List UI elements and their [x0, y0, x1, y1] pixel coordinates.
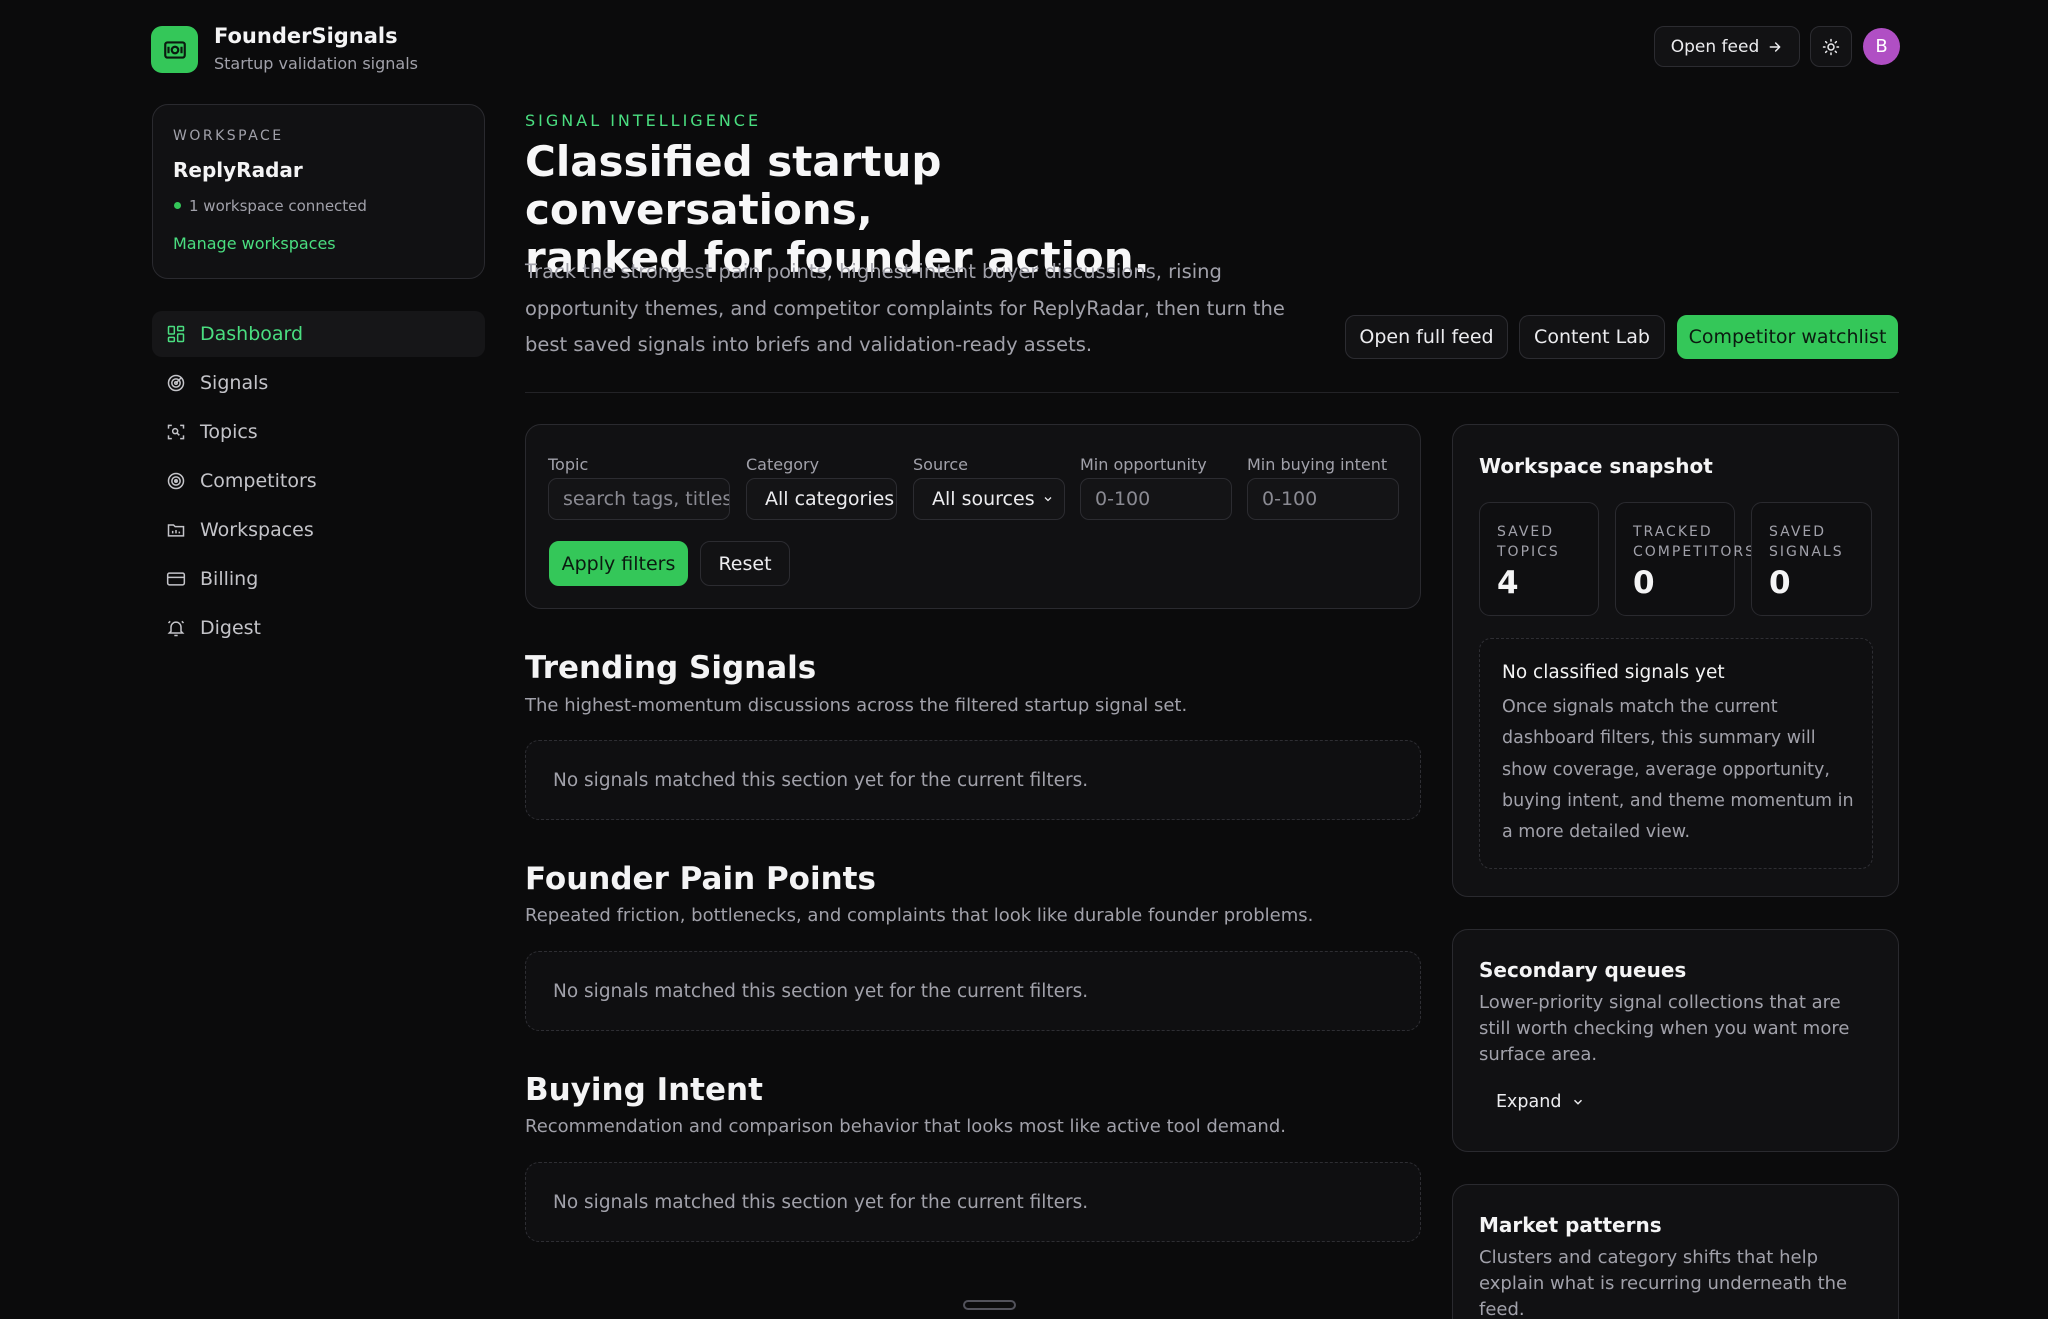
page-title-line-1: Classified startup conversations, — [525, 137, 942, 234]
sidebar-item-competitors[interactable]: Competitors — [152, 458, 485, 504]
content-lab-button[interactable]: Content Lab — [1519, 315, 1665, 359]
market-patterns-title: Market patterns — [1479, 1213, 1662, 1237]
sidebar-item-topics[interactable]: Topics — [152, 409, 485, 455]
sun-icon — [1822, 38, 1840, 55]
workspace-connected-text: 1 workspace connected — [189, 197, 367, 215]
section-title-trending: Trending Signals — [525, 650, 817, 686]
secondary-queues-title: Secondary queues — [1479, 958, 1687, 982]
secondary-queues-description: Lower-priority signal collections that a… — [1479, 992, 1850, 1065]
avatar[interactable]: B — [1863, 28, 1900, 65]
scroll-handle[interactable] — [963, 1300, 1016, 1310]
dashboard-icon — [167, 325, 185, 343]
chevron-down-icon — [1044, 497, 1052, 502]
open-full-feed-button[interactable]: Open full feed — [1345, 315, 1508, 359]
min-buying-intent-placeholder: 0-100 — [1262, 488, 1318, 510]
stat-tracked-competitors: TRACKED COMPETITORS 0 — [1615, 502, 1754, 616]
workspace-name: ReplyRadar — [173, 158, 303, 182]
radar-icon — [163, 40, 186, 59]
section-desc-trending: The highest-momentum discussions across … — [525, 695, 1188, 716]
brand-logo[interactable] — [151, 26, 198, 73]
stat-label: SAVED TOPICS — [1497, 522, 1560, 562]
chevron-down-icon — [1574, 1099, 1583, 1105]
stat-label-line: TRACKED — [1633, 524, 1713, 540]
open-feed-button[interactable]: Open feed — [1654, 26, 1800, 67]
market-patterns-description: Clusters and category shifts that help e… — [1479, 1247, 1848, 1319]
sidebar-item-label: Topics — [200, 421, 258, 443]
reset-button[interactable]: Reset — [700, 541, 790, 586]
expand-button[interactable]: Expand — [1496, 1092, 1585, 1112]
sidebar-item-digest[interactable]: Digest — [152, 605, 485, 651]
section-desc-buying-intent: Recommendation and comparison behavior t… — [525, 1116, 1286, 1137]
snapshot-empty-description: Once signals match the current dashboard… — [1502, 697, 1854, 843]
min-opportunity-input[interactable]: 0-100 — [1080, 478, 1232, 520]
workspace-snapshot-title: Workspace snapshot — [1479, 454, 1713, 478]
min-buying-intent-input[interactable]: 0-100 — [1247, 478, 1399, 520]
theme-toggle-button[interactable] — [1810, 26, 1852, 67]
stat-saved-signals: SAVED SIGNALS 0 — [1751, 502, 1872, 616]
open-feed-label: Open feed — [1670, 36, 1760, 57]
stat-label-line: TOPICS — [1497, 544, 1560, 560]
section-desc-pain-points: Repeated friction, bottlenecks, and comp… — [525, 905, 1314, 926]
bell-icon — [167, 620, 185, 637]
sidebar-item-label: Competitors — [200, 470, 317, 492]
section-title-pain-points: Founder Pain Points — [525, 861, 876, 897]
sidebar-item-label: Signals — [200, 372, 269, 394]
source-select[interactable]: All sources — [913, 478, 1065, 520]
stat-saved-topics: SAVED TOPICS 4 — [1479, 502, 1599, 616]
topic-input[interactable]: search tags, titles... — [548, 478, 730, 520]
sidebar-item-workspaces[interactable]: Workspaces — [152, 507, 485, 553]
arrow-right-icon — [1769, 41, 1781, 52]
apply-filters-button[interactable]: Apply filters — [549, 541, 688, 586]
stat-label-line: SIGNALS — [1769, 544, 1844, 560]
expand-label: Expand — [1496, 1092, 1562, 1112]
category-label: Category — [746, 455, 820, 474]
min-buying-intent-label: Min buying intent — [1247, 455, 1388, 474]
stat-value: 0 — [1633, 565, 1655, 601]
stat-value: 0 — [1769, 565, 1791, 601]
topics-icon — [167, 424, 185, 440]
competitors-icon — [167, 472, 185, 490]
brand-name: FounderSignals — [214, 24, 398, 48]
min-opportunity-placeholder: 0-100 — [1095, 488, 1151, 510]
sidebar-item-label: Workspaces — [200, 519, 314, 541]
snapshot-empty-title: No classified signals yet — [1502, 662, 1725, 683]
min-opportunity-label: Min opportunity — [1080, 455, 1207, 474]
signals-icon — [167, 374, 185, 392]
stat-label-line: SAVED — [1769, 524, 1827, 540]
topic-placeholder: search tags, titles... — [563, 488, 729, 510]
topic-label: Topic — [548, 455, 589, 474]
category-value: All categories — [765, 488, 895, 510]
status-dot — [174, 202, 181, 209]
sidebar-item-label: Billing — [200, 568, 259, 590]
empty-state-trending: No signals matched this section yet for … — [525, 740, 1421, 820]
workspace-label: WORKSPACE — [173, 128, 284, 144]
stat-label: TRACKED COMPETITORS — [1633, 522, 1756, 562]
sidebar-item-label: Digest — [200, 617, 262, 639]
source-value: All sources — [932, 488, 1035, 510]
sidebar-item-label: Dashboard — [200, 323, 304, 345]
divider — [525, 392, 1899, 393]
hero-description: Track the strongest pain points, highest… — [525, 260, 1285, 356]
sidebar-item-billing[interactable]: Billing — [152, 556, 485, 602]
section-title-buying-intent: Buying Intent — [525, 1072, 763, 1108]
workspaces-icon — [167, 524, 185, 537]
category-select[interactable]: All categories — [746, 478, 897, 520]
empty-state-buying-intent: No signals matched this section yet for … — [525, 1162, 1421, 1242]
stat-label-line: SAVED — [1497, 524, 1555, 540]
brand-subtitle: Startup validation signals — [214, 54, 418, 73]
sidebar-item-dashboard[interactable]: Dashboard — [152, 311, 485, 357]
hero-eyebrow: SIGNAL INTELLIGENCE — [525, 111, 762, 130]
manage-workspaces-link[interactable]: Manage workspaces — [173, 234, 336, 253]
sidebar-item-signals[interactable]: Signals — [152, 360, 485, 406]
stat-label: SAVED SIGNALS — [1769, 522, 1844, 562]
empty-state-pain-points: No signals matched this section yet for … — [525, 951, 1421, 1031]
stat-value: 4 — [1497, 565, 1519, 601]
competitor-watchlist-button[interactable]: Competitor watchlist — [1677, 315, 1898, 359]
source-label: Source — [913, 455, 968, 474]
stat-label-line: COMPETITORS — [1633, 544, 1757, 560]
billing-icon — [166, 572, 186, 586]
